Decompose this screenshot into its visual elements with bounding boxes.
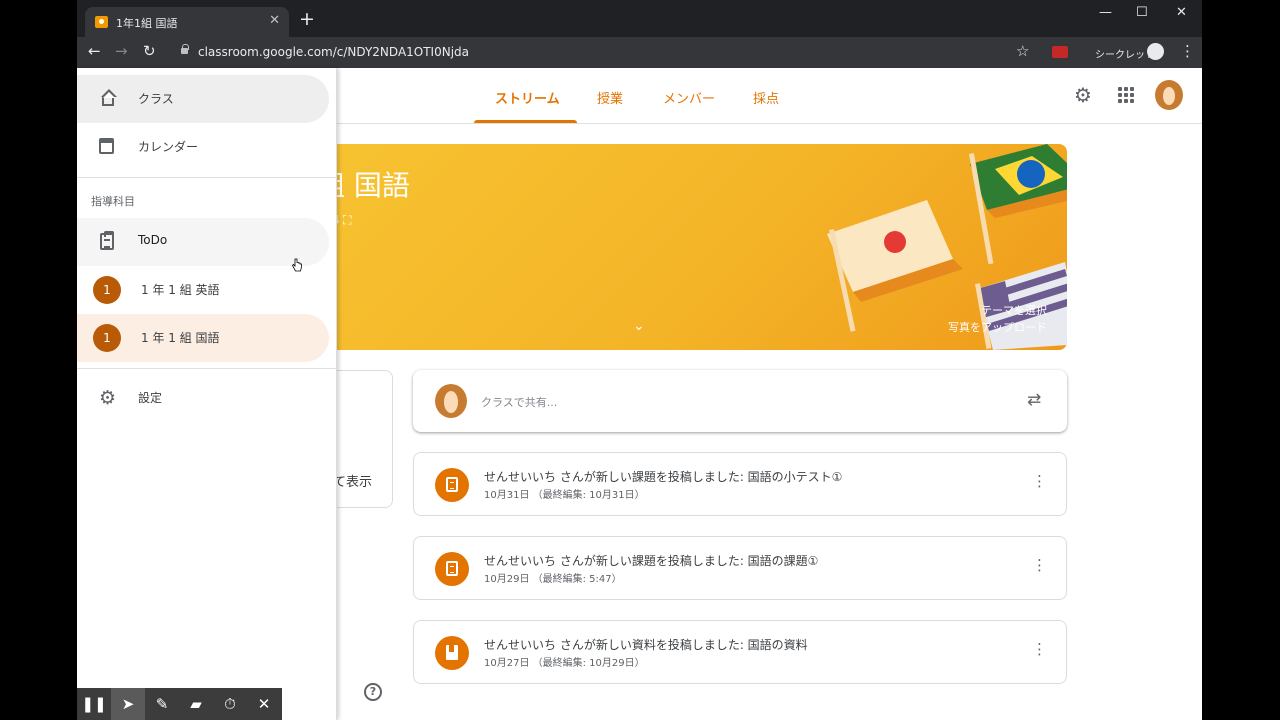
stream-post[interactable]: せんせいいち さんが新しい資料を投稿しました: 国語の資料 10月27日 （最終… bbox=[413, 620, 1067, 684]
account-avatar[interactable] bbox=[1155, 80, 1183, 110]
drawer-divider bbox=[77, 177, 337, 178]
stream-post[interactable]: せんせいいち さんが新しい課題を投稿しました: 国語の課題① 10月29日 （最… bbox=[413, 536, 1067, 600]
post-title: せんせいいち さんが新しい課題を投稿しました: 国語の課題① bbox=[484, 554, 819, 568]
screen: 1年1組 国語 ✕ + — ☐ ✕ ← → ↻ classroom.google… bbox=[0, 0, 1280, 720]
gear-icon: ⚙ bbox=[99, 387, 117, 409]
post-date: 10月27日 （最終編集: 10月29日） bbox=[484, 658, 645, 669]
material-icon bbox=[435, 636, 469, 670]
recording-toolbar: ❚❚ ➤ ✎ ▰ ⏱ ✕ bbox=[77, 688, 282, 720]
help-icon[interactable]: ? bbox=[364, 683, 382, 701]
tab-strip: 1年1組 国語 ✕ + — ☐ ✕ bbox=[77, 0, 1202, 37]
drawer-section-heading: 指導科目 bbox=[91, 195, 135, 208]
calendar-icon bbox=[99, 138, 114, 154]
drawer-item-calendar[interactable]: カレンダー bbox=[77, 123, 329, 171]
drawer-item-label: クラス bbox=[138, 92, 174, 106]
share-box[interactable]: クラスで共有... ⇄ bbox=[413, 370, 1067, 432]
incognito-icon[interactable] bbox=[1147, 43, 1164, 60]
window-close-button[interactable]: ✕ bbox=[1176, 5, 1187, 20]
more-vert-icon[interactable]: ⋮ bbox=[1032, 472, 1047, 490]
assignment-icon bbox=[435, 468, 469, 502]
tab-close-icon[interactable]: ✕ bbox=[269, 13, 280, 28]
share-placeholder[interactable]: クラスで共有... bbox=[481, 394, 557, 410]
browser-window: 1年1組 国語 ✕ + — ☐ ✕ ← → ↻ classroom.google… bbox=[77, 0, 1202, 720]
active-tab-indicator bbox=[474, 120, 577, 123]
select-theme-link[interactable]: テーマを選択 bbox=[981, 302, 1047, 318]
drawer-item-course-selected[interactable]: 1 1 年 1 組 国語 bbox=[77, 314, 329, 362]
extension-icon[interactable] bbox=[1052, 46, 1068, 58]
stream-post[interactable]: せんせいいち さんが新しい課題を投稿しました: 国語の小テスト① 10月31日 … bbox=[413, 452, 1067, 516]
drawer-divider bbox=[77, 368, 337, 369]
tab-grades[interactable]: 採点 bbox=[753, 88, 779, 107]
tab-classwork[interactable]: 授業 bbox=[597, 88, 623, 107]
hand-cursor-icon bbox=[292, 258, 302, 272]
drawer-item-label: 設定 bbox=[138, 391, 163, 405]
drawer-item-label: 1 年 1 組 国語 bbox=[141, 331, 220, 345]
reload-icon[interactable]: ↻ bbox=[143, 42, 156, 60]
post-title: せんせいいち さんが新しい課題を投稿しました: 国語の小テスト① bbox=[484, 470, 843, 484]
browser-toolbar: ← → ↻ classroom.google.com/c/NDY2NDA1OTI… bbox=[77, 37, 1202, 68]
window-maximize-button[interactable]: ☐ bbox=[1136, 5, 1148, 20]
back-arrow-icon[interactable]: ← bbox=[88, 42, 101, 60]
more-vert-icon[interactable]: ⋮ bbox=[1032, 640, 1047, 658]
drawer-item-classes[interactable]: クラス bbox=[77, 75, 329, 123]
close-icon[interactable]: ✕ bbox=[247, 688, 281, 720]
post-date: 10月31日 （最終編集: 10月31日） bbox=[484, 490, 645, 501]
post-title: せんせいいち さんが新しい資料を投稿しました: 国語の資料 bbox=[484, 638, 808, 652]
drawer-item-label: 1 年 1 組 英語 bbox=[141, 283, 220, 297]
course-badge: 1 bbox=[93, 276, 121, 304]
upload-photo-link[interactable]: 写真をアップロード bbox=[948, 319, 1047, 335]
apps-grid-icon[interactable] bbox=[1118, 87, 1134, 103]
new-tab-button[interactable]: + bbox=[299, 10, 315, 29]
drawer-item-label: カレンダー bbox=[138, 140, 199, 154]
browser-menu-icon[interactable]: ⋮ bbox=[1180, 42, 1195, 60]
drawer-item-label: ToDo bbox=[138, 233, 168, 247]
drawer-item-settings[interactable]: ⚙ 設定 bbox=[77, 374, 329, 422]
class-banner: 組 国語 9y4 ⛶ テ bbox=[317, 144, 1067, 350]
drawer-item-course[interactable]: 1 1 年 1 組 英語 bbox=[77, 266, 329, 314]
tab-people[interactable]: メンバー bbox=[663, 88, 715, 107]
pause-icon[interactable]: ❚❚ bbox=[77, 688, 111, 720]
course-badge: 1 bbox=[93, 324, 121, 352]
highlighter-icon[interactable]: ▰ bbox=[179, 688, 213, 720]
tab-title: 1年1組 国語 bbox=[116, 17, 178, 30]
pointer-icon[interactable]: ➤ bbox=[111, 688, 145, 720]
repost-icon[interactable]: ⇄ bbox=[1027, 390, 1041, 410]
url-text: classroom.google.com/c/NDY2NDA1OTI0Njda bbox=[198, 45, 470, 59]
assignment-icon bbox=[435, 552, 469, 586]
timer-icon[interactable]: ⏱ bbox=[213, 688, 247, 720]
incognito-label: シークレット bbox=[1095, 50, 1155, 61]
bookmark-star-icon[interactable]: ☆ bbox=[1016, 42, 1029, 60]
class-settings-gear-icon[interactable]: ⚙ bbox=[1072, 84, 1094, 106]
tab-stream[interactable]: ストリーム bbox=[495, 88, 560, 107]
lock-icon bbox=[181, 44, 189, 54]
classroom-favicon-icon bbox=[95, 16, 108, 28]
home-icon bbox=[101, 89, 117, 106]
post-date: 10月29日 （最終編集: 5:47） bbox=[484, 574, 622, 585]
pen-icon[interactable]: ✎ bbox=[145, 688, 179, 720]
view-all-link[interactable]: て表示 bbox=[333, 471, 372, 490]
window-minimize-button[interactable]: — bbox=[1099, 5, 1112, 20]
more-vert-icon[interactable]: ⋮ bbox=[1032, 556, 1047, 574]
browser-tab[interactable]: 1年1組 国語 ✕ bbox=[85, 7, 289, 37]
clipboard-icon bbox=[100, 231, 114, 250]
forward-arrow-icon[interactable]: → bbox=[115, 42, 128, 60]
address-bar[interactable]: classroom.google.com/c/NDY2NDA1OTI0Njda bbox=[173, 40, 1043, 65]
chevron-down-icon[interactable]: ⌄ bbox=[633, 318, 645, 334]
navigation-drawer: クラス カレンダー 指導科目 ToDo 1 1 年 1 組 英語 1 1 年 1… bbox=[77, 68, 337, 720]
user-avatar bbox=[435, 384, 467, 418]
